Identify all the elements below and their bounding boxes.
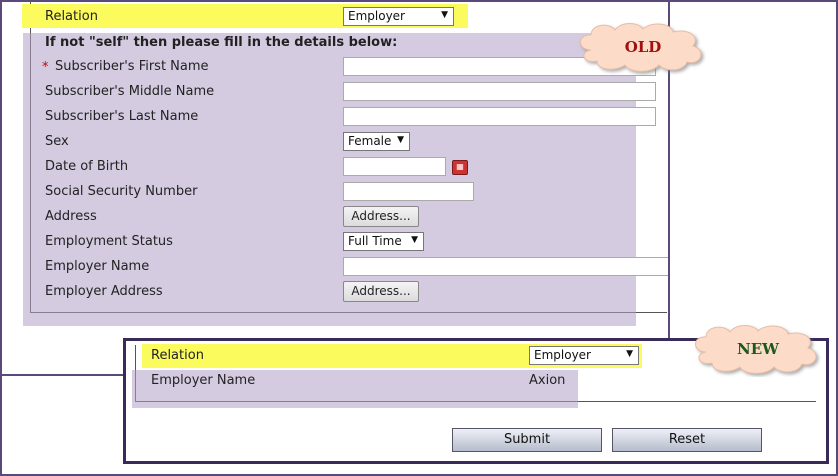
employment-status-value: Full Time bbox=[348, 234, 402, 248]
chevron-down-icon: ▼ bbox=[397, 135, 404, 145]
required-marker: * bbox=[42, 60, 49, 75]
employer-name-label: Employer Name bbox=[45, 259, 150, 274]
middle-name-input[interactable] bbox=[343, 82, 656, 101]
old-callout-text: OLD bbox=[624, 38, 662, 56]
sex-label: Sex bbox=[45, 134, 69, 149]
employer-address-label: Employer Address bbox=[45, 284, 163, 299]
reset-button[interactable]: Reset bbox=[612, 428, 762, 452]
new-employer-name-value: Axion bbox=[529, 373, 566, 388]
new-callout: NEW bbox=[688, 322, 828, 377]
last-name-input[interactable] bbox=[343, 107, 656, 126]
dob-label: Date of Birth bbox=[45, 159, 129, 174]
ssn-label: Social Security Number bbox=[45, 184, 198, 199]
employer-name-input[interactable] bbox=[343, 257, 668, 276]
old-callout: OLD bbox=[573, 20, 713, 75]
old-instruction: If not "self" then please fill in the de… bbox=[45, 35, 398, 50]
employment-status-select[interactable]: Full Time ▼ bbox=[343, 232, 424, 251]
employer-address-button[interactable]: Address... bbox=[343, 281, 419, 302]
dob-input[interactable] bbox=[343, 157, 446, 176]
submit-button[interactable]: Submit bbox=[452, 428, 602, 452]
old-relation-select-value: Employer bbox=[348, 9, 405, 23]
sex-select[interactable]: Female ▼ bbox=[343, 132, 410, 151]
old-relation-select[interactable]: Employer ▼ bbox=[343, 7, 454, 26]
new-relation-label: Relation bbox=[151, 348, 204, 363]
address-button[interactable]: Address... bbox=[343, 206, 419, 227]
chevron-down-icon: ▼ bbox=[411, 235, 418, 245]
old-details-overlay bbox=[23, 33, 636, 326]
sex-select-value: Female bbox=[348, 134, 392, 148]
new-relation-select[interactable]: Employer ▼ bbox=[529, 346, 639, 365]
calendar-icon[interactable]: ▦ bbox=[452, 160, 468, 175]
middle-name-label: Subscriber's Middle Name bbox=[45, 84, 215, 99]
old-relation-label: Relation bbox=[45, 9, 98, 24]
address-label: Address bbox=[45, 209, 97, 224]
new-relation-select-value: Employer bbox=[534, 348, 591, 362]
last-name-label: Subscriber's Last Name bbox=[45, 109, 199, 124]
new-employer-name-label: Employer Name bbox=[151, 373, 256, 388]
first-name-label: Subscriber's First Name bbox=[55, 59, 209, 74]
chevron-down-icon: ▼ bbox=[441, 10, 448, 20]
new-callout-text: NEW bbox=[737, 340, 779, 358]
chevron-down-icon: ▼ bbox=[626, 349, 633, 359]
employment-status-label: Employment Status bbox=[45, 234, 173, 249]
ssn-input[interactable] bbox=[343, 182, 474, 201]
